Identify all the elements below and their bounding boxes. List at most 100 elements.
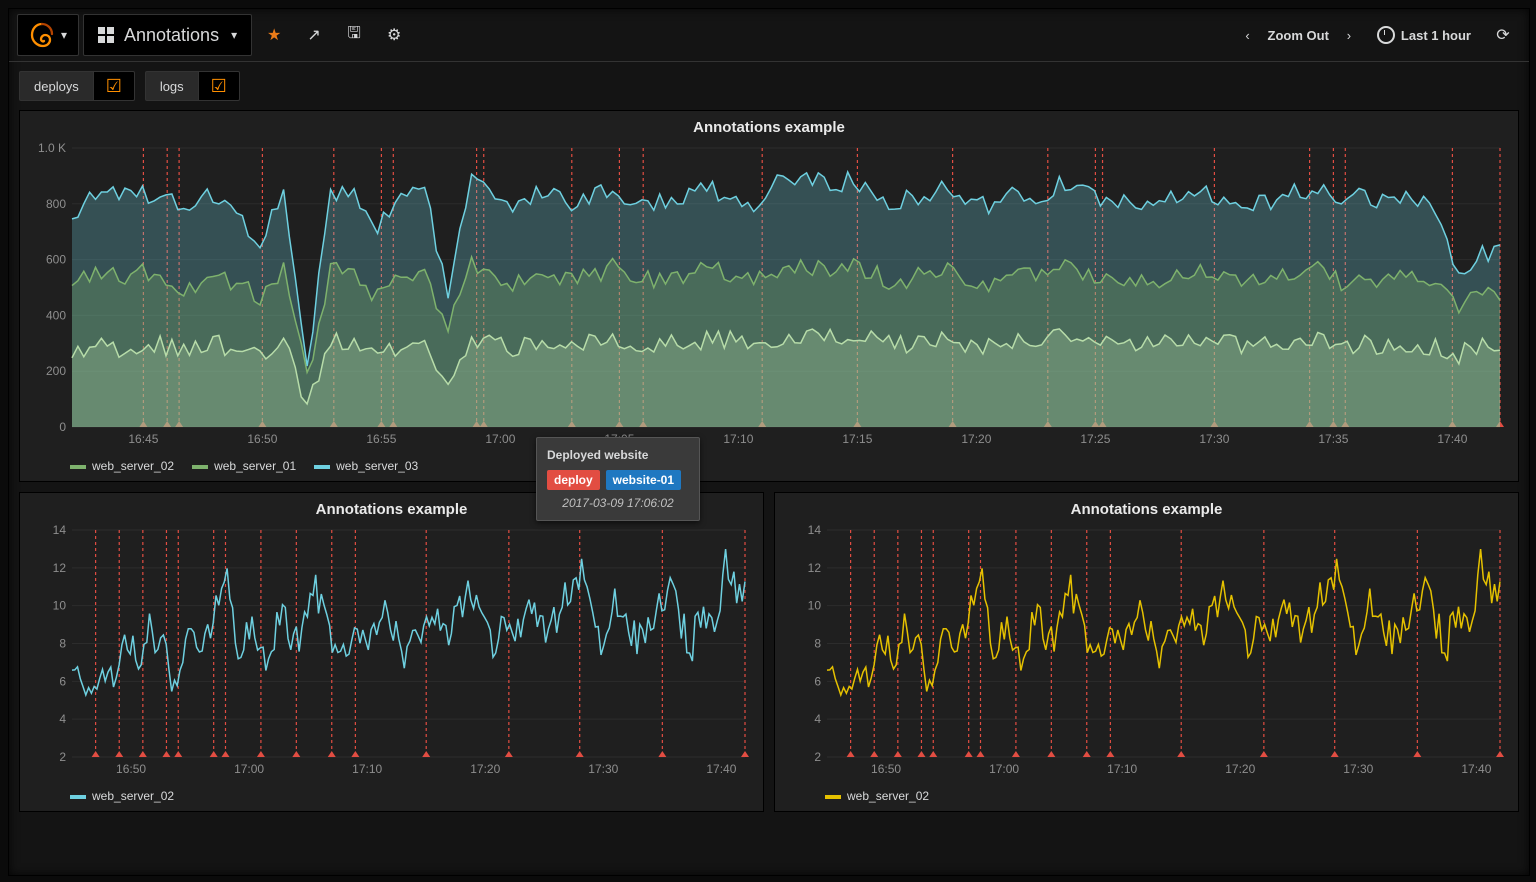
panels-container: Annotations example 0 200 400 600 800 1.0 K 16…	[9, 110, 1529, 875]
time-range-picker[interactable]: Last 1 hour	[1367, 26, 1481, 44]
svg-text:2: 2	[59, 750, 66, 764]
svg-text:17:10: 17:10	[723, 432, 753, 446]
svg-text:17:00: 17:00	[234, 762, 264, 776]
save-icon: 🖫	[347, 22, 361, 49]
svg-text:17:30: 17:30	[1199, 432, 1229, 446]
tooltip-title: Deployed website	[547, 446, 689, 464]
svg-text:2: 2	[814, 750, 821, 764]
svg-text:600: 600	[46, 253, 66, 267]
annotation-toggle-logs[interactable]: logs ☑	[145, 71, 240, 101]
star-button[interactable]: ★	[256, 17, 292, 53]
svg-text:17:20: 17:20	[470, 762, 500, 776]
panel-top[interactable]: Annotations example 0 200 400 600 800 1.0 K 16…	[19, 110, 1519, 482]
clock-icon	[1377, 26, 1395, 44]
svg-text:12: 12	[53, 561, 67, 575]
refresh-button[interactable]: ⟳	[1485, 17, 1521, 53]
zoom-out-button[interactable]: Zoom Out	[1268, 28, 1329, 43]
svg-text:10: 10	[808, 599, 822, 613]
panel-body: 246810121416:5017:0017:1017:2017:3017:40	[775, 520, 1518, 783]
svg-text:17:10: 17:10	[352, 762, 382, 776]
panel-legend: web_server_02	[20, 783, 763, 811]
caret-down-icon: ▾	[231, 28, 237, 42]
star-icon: ★	[267, 25, 281, 45]
svg-text:16:50: 16:50	[871, 762, 901, 776]
chart-top[interactable]: 02004006008001.0 K16:4516:5016:5517:0017…	[30, 142, 1508, 447]
svg-text:14: 14	[808, 524, 822, 537]
svg-text:16:50: 16:50	[247, 432, 277, 446]
svg-text:14: 14	[53, 524, 67, 537]
time-forward-button[interactable]: ›	[1335, 21, 1363, 49]
dashboard-picker[interactable]: Annotations ▾	[83, 14, 252, 56]
svg-text:17:00: 17:00	[989, 762, 1019, 776]
svg-text:16:50: 16:50	[116, 762, 146, 776]
panel-row-2: Annotations example 2 4 6 8 10 12 14 16:50 17:00…	[19, 492, 1519, 812]
settings-button[interactable]: ⚙	[376, 17, 412, 53]
tooltip-tag: website-01	[606, 470, 681, 490]
svg-text:17:30: 17:30	[1343, 762, 1373, 776]
svg-text:400: 400	[46, 308, 66, 322]
svg-text:17:35: 17:35	[1318, 432, 1348, 446]
legend-item[interactable]: web_server_02	[70, 789, 174, 803]
svg-text:6: 6	[59, 674, 66, 688]
chevron-right-icon: ›	[1347, 28, 1351, 43]
checkbox-checked-icon: ☑	[199, 71, 240, 101]
gear-icon: ⚙	[387, 25, 401, 45]
panel-legend: web_server_02	[775, 783, 1518, 811]
annotation-toggle-row: deploys ☑ logs ☑	[9, 62, 1529, 110]
svg-text:17:40: 17:40	[706, 762, 736, 776]
svg-text:17:25: 17:25	[1080, 432, 1110, 446]
grafana-logo-menu[interactable]: ▾	[17, 14, 79, 56]
panel-body: 02004006008001.0 K16:4516:5016:5517:0017…	[20, 138, 1518, 453]
svg-text:17:15: 17:15	[842, 432, 872, 446]
grafana-logo-icon	[29, 22, 55, 48]
svg-text:17:20: 17:20	[1225, 762, 1255, 776]
svg-text:4: 4	[814, 712, 821, 726]
svg-text:8: 8	[814, 637, 821, 651]
svg-text:1.0 K: 1.0 K	[38, 142, 66, 155]
dashboard-grid-icon	[98, 27, 114, 43]
panel-title: Annotations example	[775, 493, 1518, 520]
share-icon: ↗	[307, 25, 320, 45]
tooltip-timestamp: 2017-03-09 17:06:02	[547, 494, 689, 512]
time-nav: ‹ Zoom Out ›	[1234, 21, 1363, 49]
svg-text:4: 4	[59, 712, 66, 726]
caret-down-icon: ▾	[61, 28, 67, 42]
legend-item[interactable]: web_server_01	[192, 459, 296, 473]
topbar: ▾ Annotations ▾ ★ ↗ 🖫 ⚙ ‹ Zoom Out › Las…	[9, 9, 1529, 62]
panel-bottom-right[interactable]: Annotations example 246810121416:5017:00…	[774, 492, 1519, 812]
chevron-left-icon: ‹	[1245, 28, 1249, 43]
chart-bottom-right[interactable]: 246810121416:5017:0017:1017:2017:3017:40	[785, 524, 1508, 777]
svg-text:10: 10	[53, 599, 67, 613]
svg-text:17:20: 17:20	[961, 432, 991, 446]
annotation-toggle-deploys[interactable]: deploys ☑	[19, 71, 135, 101]
panel-bottom-left[interactable]: Annotations example 246810121416:5017:00…	[19, 492, 764, 812]
annotation-toggle-label: deploys	[19, 71, 94, 101]
svg-text:16:45: 16:45	[128, 432, 158, 446]
svg-text:17:40: 17:40	[1461, 762, 1491, 776]
annotation-tooltip: Deployed website deploy website-01 2017-…	[536, 437, 700, 521]
legend-item[interactable]: web_server_03	[314, 459, 418, 473]
panel-body: 2 4 6 8 10 12 14 16:50 17:00 17:10 17:20 17:30 17:40	[20, 520, 763, 783]
legend-item[interactable]: web_server_02	[70, 459, 174, 473]
checkbox-checked-icon: ☑	[94, 71, 135, 101]
time-range-label: Last 1 hour	[1401, 28, 1471, 43]
svg-text:800: 800	[46, 197, 66, 211]
svg-text:200: 200	[46, 364, 66, 378]
refresh-icon: ⟳	[1496, 25, 1509, 45]
share-button[interactable]: ↗	[296, 17, 332, 53]
svg-text:12: 12	[808, 561, 822, 575]
svg-text:0: 0	[59, 420, 66, 434]
svg-text:8: 8	[59, 637, 66, 651]
time-back-button[interactable]: ‹	[1234, 21, 1262, 49]
svg-text:17:40: 17:40	[1437, 432, 1467, 446]
tooltip-tag: deploy	[547, 470, 600, 490]
svg-text:17:10: 17:10	[1107, 762, 1137, 776]
legend-item[interactable]: web_server_02	[825, 789, 929, 803]
svg-text:17:30: 17:30	[588, 762, 618, 776]
app-root: ▾ Annotations ▾ ★ ↗ 🖫 ⚙ ‹ Zoom Out › Las…	[8, 8, 1530, 876]
dashboard-title: Annotations	[124, 25, 219, 46]
svg-text:16:55: 16:55	[366, 432, 396, 446]
panel-title: Annotations example	[20, 111, 1518, 138]
save-button[interactable]: 🖫	[336, 17, 372, 53]
chart-bottom-left[interactable]: 2 4 6 8 10 12 14 16:50 17:00 17:10 17:20 17:30 17:40	[30, 524, 753, 777]
